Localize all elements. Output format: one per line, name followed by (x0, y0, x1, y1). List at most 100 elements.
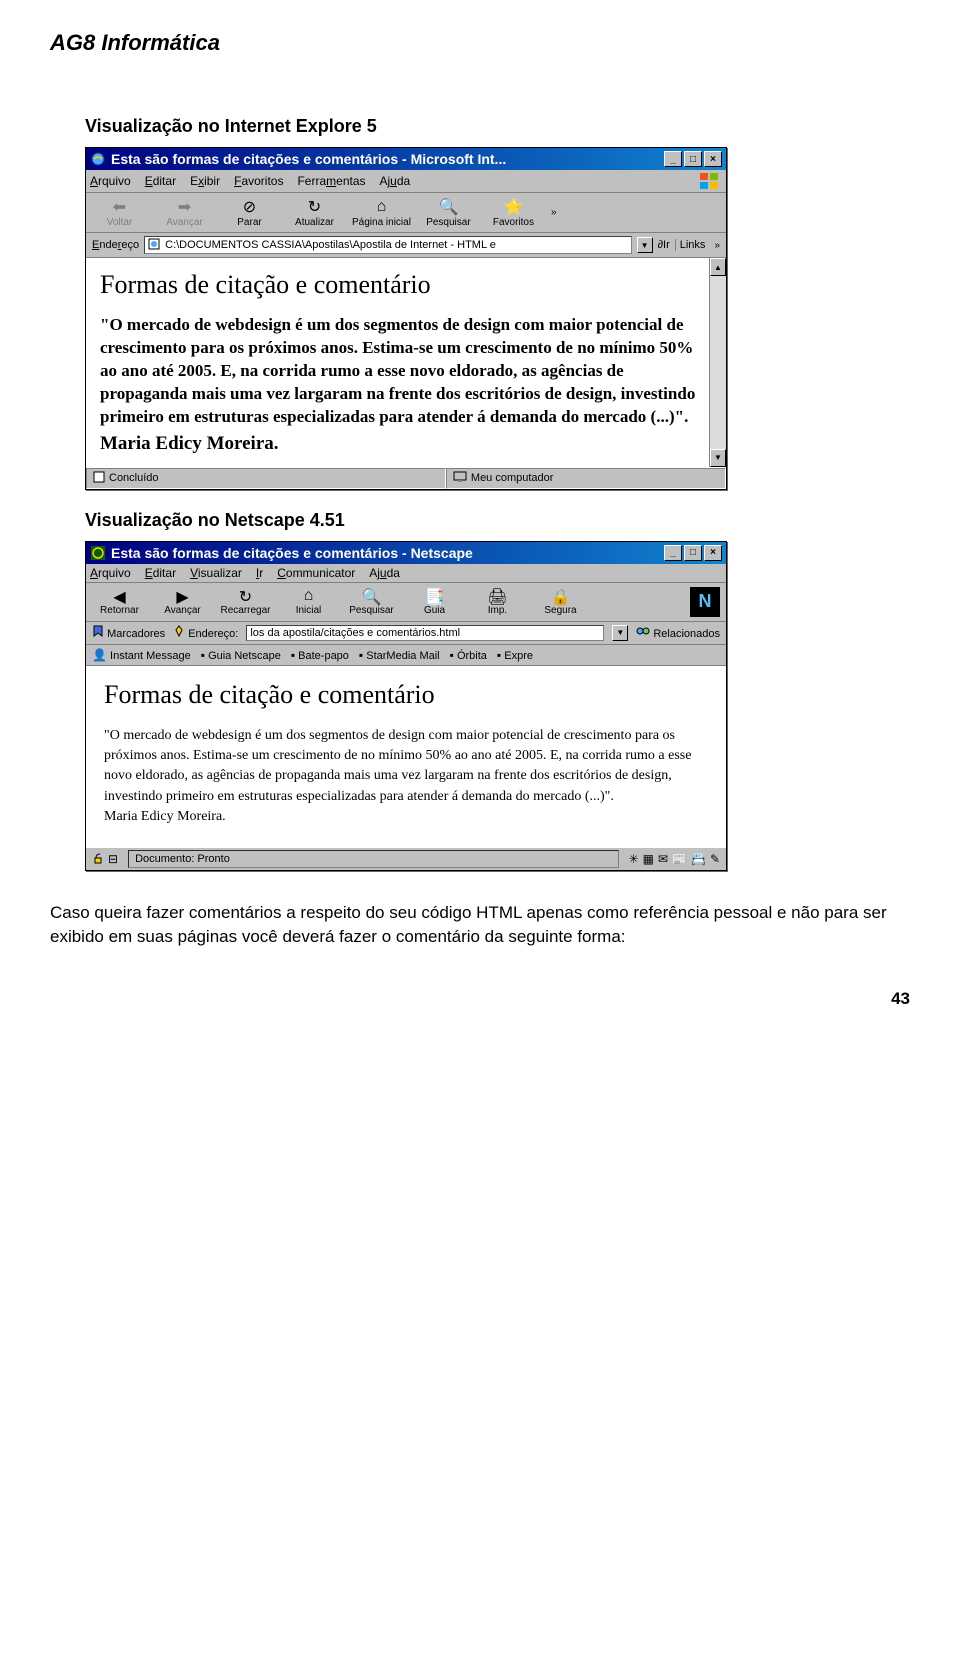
link-guia-netscape[interactable]: ▪ Guia Netscape (201, 648, 281, 662)
menu-ajuda[interactable]: Ajuda (369, 566, 400, 580)
arrow-left-icon: ⬅ (110, 197, 130, 217)
minimize-button[interactable]: _ (664, 151, 682, 167)
close-button[interactable]: × (704, 545, 722, 561)
ie-statusbar: Concluído Meu computador (86, 467, 726, 489)
bookmark-icon (92, 625, 104, 640)
ie-titlebar: Esta são formas de citações e comentário… (86, 148, 726, 170)
sparkle-icon[interactable]: ✳ (629, 852, 639, 866)
ns-toolbar: ◀Retornar ▶Avançar ↻Recarregar ⌂Inicial … (86, 583, 726, 622)
lock-icon: 🔒 (551, 587, 571, 605)
search-button[interactable]: 🔍Pesquisar (421, 197, 476, 228)
home-button[interactable]: ⌂Página inicial (352, 197, 411, 228)
content-author: Maria Edicy Moreira. (100, 433, 709, 455)
security-button[interactable]: 🔒Segura (533, 587, 588, 616)
composer-icon[interactable]: ✎ (710, 852, 720, 866)
netscape-window: Esta são formas de citações e comentário… (85, 541, 727, 871)
ie-window: Esta são formas de citações e comentário… (85, 147, 727, 490)
addressbook-icon[interactable]: 📇 (691, 852, 706, 866)
maximize-button[interactable]: □ (684, 151, 702, 167)
link-starmedia[interactable]: ▪ StarMedia Mail (359, 648, 440, 662)
address-dropdown[interactable]: ▼ (637, 237, 653, 253)
ie-address-bar: Endereço C:\DOCUMENTOS CASSIA\Apostilas\… (86, 233, 726, 258)
links-label[interactable]: Links (675, 239, 710, 251)
menu-ferramentas[interactable]: Ferramentas (297, 174, 365, 188)
ns-statusbar: ⊟ Documento: Pronto ✳ ▦ ✉ 📰 📇 ✎ (86, 847, 726, 870)
scroll-down-icon[interactable]: ▼ (710, 449, 726, 467)
menu-exibir[interactable]: Exibir (190, 174, 220, 188)
arrow-right-icon: ▶ (176, 587, 188, 605)
forward-button[interactable]: ➡Avançar (157, 197, 212, 228)
menu-ir[interactable]: Ir (256, 566, 263, 580)
related-button[interactable]: Relacionados (636, 625, 720, 640)
search-icon: 🔍 (438, 197, 458, 217)
menu-visualizar[interactable]: Visualizar (190, 566, 242, 580)
print-icon: 🖨 (487, 587, 507, 605)
netscape-logo-icon: N (690, 587, 720, 617)
address-label: Endereço: (173, 625, 238, 640)
search-icon: 🔍 (362, 587, 382, 605)
forward-button[interactable]: ▶Avançar (155, 587, 210, 616)
content-quote: "O mercado de webdesign é um dos segment… (100, 314, 709, 429)
home-icon: ⌂ (304, 587, 314, 605)
scroll-up-icon[interactable]: ▲ (710, 258, 726, 276)
link-expre[interactable]: ▪ Expre (497, 648, 533, 662)
menu-editar[interactable]: Editar (145, 174, 176, 188)
bookmark-icon: ▪ (450, 648, 454, 662)
menu-editar[interactable]: Editar (145, 566, 176, 580)
ns-content: Formas de citação e comentário "O mercad… (86, 666, 726, 847)
ie-menubar: Arquivo Editar Exibir Favoritos Ferramen… (86, 170, 726, 193)
home-button[interactable]: ⌂Inicial (281, 587, 336, 616)
status-done: Concluído (109, 472, 159, 484)
menu-ajuda[interactable]: Ajuda (380, 174, 411, 188)
maximize-button[interactable]: □ (684, 545, 702, 561)
arrow-right-icon: ➡ (175, 197, 195, 217)
back-button[interactable]: ⬅Voltar (92, 197, 147, 228)
connection-icon: ⊟ (108, 852, 118, 866)
address-input[interactable]: los da apostila/citações e comentários.h… (246, 625, 604, 641)
close-button[interactable]: × (704, 151, 722, 167)
guide-button[interactable]: 📑Guia (407, 587, 462, 616)
stop-button[interactable]: ⊘Parar (222, 197, 277, 228)
bookmark-icon: ▪ (359, 648, 363, 662)
print-button[interactable]: 🖨Imp. (470, 587, 525, 616)
content-heading: Formas de citação e comentário (104, 680, 708, 710)
nav-icon[interactable]: ▦ (643, 852, 654, 866)
menu-communicator[interactable]: Communicator (277, 566, 355, 580)
chevron-right-icon[interactable]: » (551, 207, 557, 218)
scrollbar[interactable]: ▲ ▼ (709, 258, 726, 467)
stop-icon: ⊘ (240, 197, 260, 217)
address-dropdown[interactable]: ▼ (612, 625, 628, 641)
page-icon (93, 471, 105, 486)
favorites-button[interactable]: ⭐Favoritos (486, 197, 541, 228)
section-title-ie: Visualização no Internet Explore 5 (85, 116, 910, 137)
page-header: AG8 Informática (50, 30, 910, 56)
back-button[interactable]: ◀Retornar (92, 587, 147, 616)
location-icon (173, 625, 185, 640)
ie-title-text: Esta são formas de citações e comentário… (111, 151, 664, 167)
menu-arquivo[interactable]: Arquivo (90, 566, 131, 580)
windows-logo-icon (698, 172, 722, 190)
link-instant-message[interactable]: 👤 Instant Message (92, 648, 191, 662)
ns-menubar: Arquivo Editar Visualizar Ir Communicato… (86, 564, 726, 583)
menu-favoritos[interactable]: Favoritos (234, 174, 283, 188)
mail-icon[interactable]: ✉ (658, 852, 668, 866)
address-input[interactable]: C:\DOCUMENTOS CASSIA\Apostilas\Apostila … (144, 236, 631, 254)
reload-icon: ↻ (239, 587, 252, 605)
go-button[interactable]: ∂Ir (658, 239, 670, 251)
link-orbita[interactable]: ▪ Órbita (450, 648, 487, 662)
bookmarks-button[interactable]: Marcadores (92, 625, 165, 640)
content-author: Maria Edicy Moreira. (104, 807, 708, 827)
search-button[interactable]: 🔍Pesquisar (344, 587, 399, 616)
minimize-button[interactable]: _ (664, 545, 682, 561)
content-heading: Formas de citação e comentário (100, 270, 709, 300)
refresh-button[interactable]: ↻Atualizar (287, 197, 342, 228)
news-icon[interactable]: 📰 (672, 852, 687, 866)
link-bate-papo[interactable]: ▪ Bate-papo (291, 648, 349, 662)
netscape-icon (90, 545, 106, 561)
ie-toolbar: ⬅Voltar ➡Avançar ⊘Parar ↻Atualizar ⌂Pági… (86, 193, 726, 233)
person-icon: 👤 (92, 648, 107, 662)
chevron-right-icon[interactable]: » (714, 240, 720, 251)
reload-button[interactable]: ↻Recarregar (218, 587, 273, 616)
arrow-left-icon: ◀ (113, 587, 125, 605)
menu-arquivo[interactable]: Arquivo (90, 174, 131, 188)
